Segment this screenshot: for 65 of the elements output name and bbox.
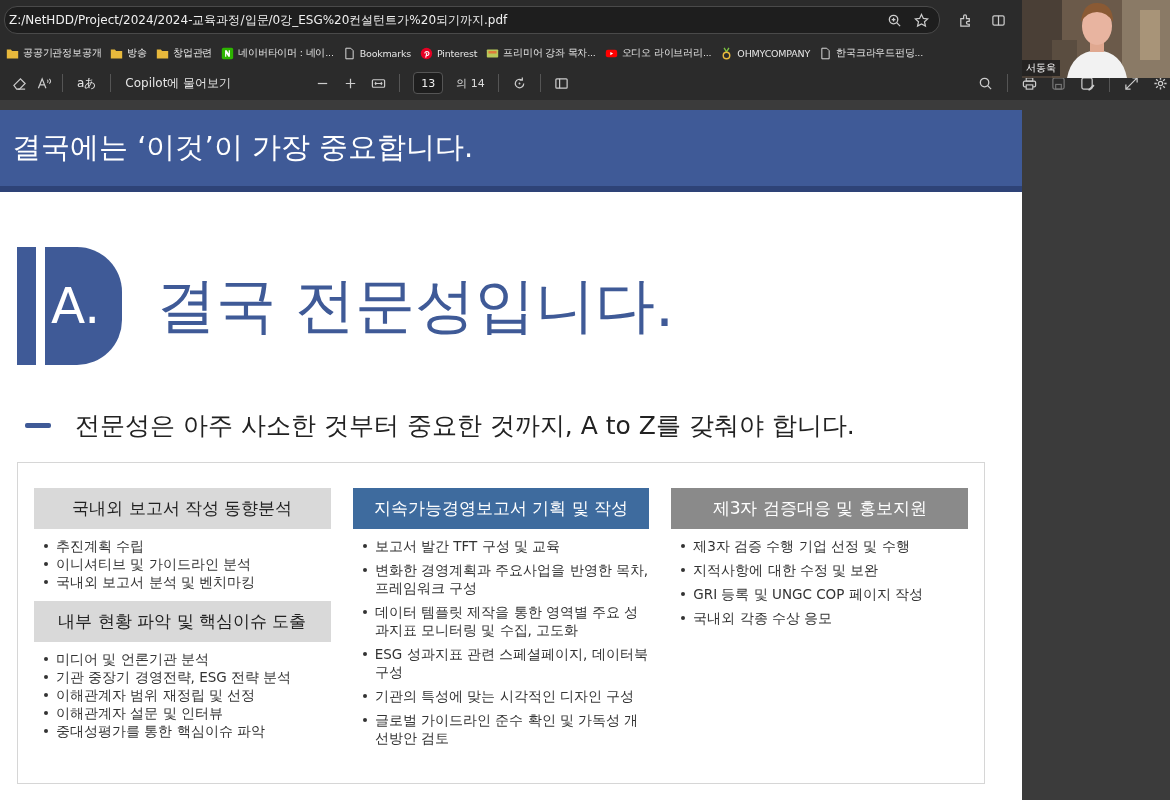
bullet-item: 중대성평가를 통한 핵심이슈 파악 [44,722,331,740]
slide-title: 결국에는 ‘이것’이 가장 중요합니다. [12,129,474,166]
bullet-item: GRI 등록 및 UNGC COP 페이지 작성 [681,585,968,603]
bullet-item: 국내외 보고서 분석 및 벤치마킹 [44,573,331,591]
read-aloud-icon[interactable] [37,75,52,91]
save-icon[interactable] [1051,75,1066,91]
bullet-item: 미디어 및 언론기관 분석 [44,650,331,668]
bullet-item: ESG 성과지표 관련 스페셜페이지, 데이터북 구성 [362,645,650,681]
page-number-field[interactable]: 13 [413,72,444,94]
bookmark[interactable]: 창업관련 [156,44,213,62]
settings-icon[interactable] [1153,75,1168,91]
bookmark[interactable]: 오디오 라이브러리... [604,44,712,62]
save-as-icon[interactable] [1080,75,1095,91]
page-icon [819,46,833,60]
eraser-icon[interactable] [12,75,27,91]
page-total: 의 14 [456,75,485,91]
folder-icon [156,46,169,60]
participant-name: 서동욱 [1022,60,1060,76]
extension-icon[interactable] [958,12,973,28]
bullet-item: 기관의 특성에 맞는 시각적인 디자인 구성 [362,687,650,705]
pin-logo-icon [420,46,433,60]
category-header: 내부 현황 파악 및 핵심이슈 도출 [34,601,331,642]
search-icon[interactable] [978,75,993,91]
split-screen-icon[interactable] [991,12,1006,28]
n-logo-icon [221,46,235,60]
slide-heading: 결국 전문성입니다. [156,268,675,342]
expand-icon[interactable] [1124,75,1139,91]
folder-icon [110,46,124,60]
page-icon [342,46,356,60]
print-icon[interactable] [1022,75,1037,91]
bookmark[interactable]: Bookmarks [342,44,411,62]
bullet-item: 변화한 경영계획과 주요사업을 반영한 목차, 프레임워크 구성 [362,561,650,597]
url-text: Z:/NetHDD/Project/2024/2024-교육과정/입문/0강_ESG%20컨설턴트가%20되기까지.pdf [9,11,509,29]
slide-subheading: 전문성은 아주 사소한 것부터 중요한 것까지, A to Z를 갖춰야 합니다. [75,410,855,442]
bullet-item: 보고서 발간 TFT 구성 및 교육 [362,537,650,555]
bookmark[interactable]: 네이버타이머 : 네이... [221,44,334,62]
bookmark[interactable]: OHMYCOMPANY [720,44,811,62]
bullet-item: 이니셔티브 및 가이드라인 분석 [44,555,331,573]
bullet-item: 이해관계자 범위 재정립 및 선정 [44,686,331,704]
folder-icon [6,46,19,60]
bullet-item: 이해관계자 설문 및 인터뷰 [44,704,331,722]
bullet-item: 지적사항에 대한 수정 및 보완 [681,561,968,579]
bullet-item: 기관 중장기 경영전략, ESG 전략 분석 [44,668,331,686]
bullet-item: 데이터 템플릿 제작을 통한 영역별 주요 성과지표 모니터링 및 수집, 고도화 [362,603,650,639]
copilot-button[interactable]: Copilot에 물어보기 [121,71,236,95]
bullet-item: 국내외 각종 수상 응모 [681,609,968,627]
section-badge: A. [45,247,122,365]
thumbnail-icon [486,46,500,60]
bookmark[interactable]: 한국크라우드펀딩... [819,44,923,62]
bookmark[interactable]: 공공기관정보공개 [6,44,102,62]
category-header: 제3자 검증대응 및 홍보지원 [671,488,968,529]
category-header: 지속가능경영보고서 기획 및 작성 [352,488,650,529]
bookmark[interactable]: 프리미어 강좌 목차... [486,44,596,62]
address-field[interactable]: Z:/NetHDD/Project/2024/2024-교육과정/입문/0강_ESG%20컨설턴트가%20되기까지.pdf [4,6,940,34]
zoom-icon[interactable] [887,12,902,28]
star-icon[interactable] [914,12,929,28]
bullet-item: 제3자 검증 수행 기업 선정 및 수행 [681,537,968,555]
page-view-icon[interactable] [553,75,569,91]
bookmark[interactable]: 방송 [110,44,147,62]
bullet-item: 추진계획 수립 [44,537,331,555]
bullet-item: 글로벌 가이드라인 준수 확인 및 가독성 개선방안 검토 [362,711,650,747]
bookmark[interactable]: Pinterest [420,44,478,62]
category-header: 국내외 보고서 작성 동향분석 [34,488,331,529]
text-options-button[interactable]: aあ [73,71,101,95]
dash-icon [25,423,51,428]
